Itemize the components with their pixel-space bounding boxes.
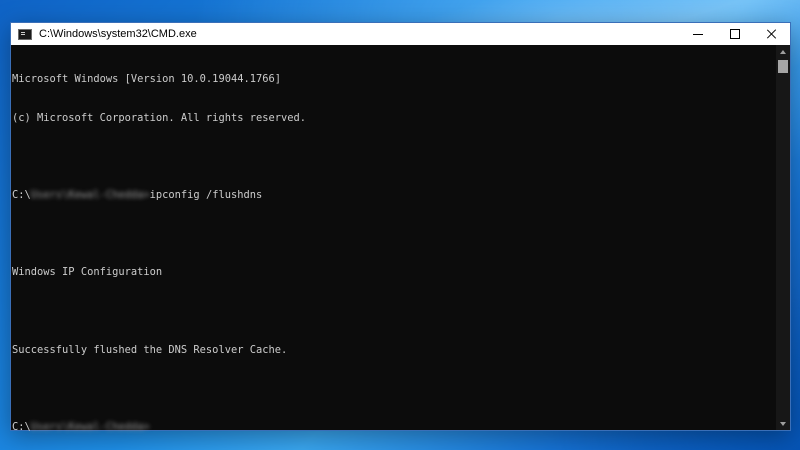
vertical-scrollbar[interactable] <box>776 45 790 430</box>
console-output[interactable]: Microsoft Windows [Version 10.0.19044.17… <box>11 45 776 433</box>
console-line: Microsoft Windows [Version 10.0.19044.17… <box>12 72 281 85</box>
console-line-empty <box>12 305 776 318</box>
console-line: (c) Microsoft Corporation. All rights re… <box>12 111 307 124</box>
title-bar[interactable]: C:\Windows\system32\CMD.exe <box>11 23 790 45</box>
prompt-path-blurred: Users\Kewal-Chedda> <box>30 421 150 434</box>
cmd-window[interactable]: C:\Windows\system32\CMD.exe Microsoft Wi… <box>10 22 791 433</box>
chevron-up-icon <box>780 49 786 54</box>
close-icon <box>767 29 777 39</box>
console-prompt-line[interactable]: C:\Users\Kewal-Chedda> <box>12 421 776 434</box>
window-title: C:\Windows\system32\CMD.exe <box>39 28 197 40</box>
console-command-line: C:\Users\Kewal-Chedda>ipconfig /flushdns <box>12 189 776 202</box>
chevron-down-icon <box>780 421 786 426</box>
cmd-app-icon[interactable] <box>18 28 32 40</box>
maximize-button[interactable] <box>716 23 753 45</box>
maximize-icon <box>729 29 740 39</box>
scroll-thumb[interactable] <box>778 60 788 73</box>
prompt-drive: C:\ <box>12 421 31 434</box>
scroll-up-button[interactable] <box>776 45 790 58</box>
minimize-button[interactable] <box>679 23 716 45</box>
scroll-down-button[interactable] <box>776 417 790 430</box>
prompt-drive: C:\ <box>12 188 31 201</box>
close-button[interactable] <box>753 23 790 45</box>
console-line: Windows IP Configuration <box>12 266 163 279</box>
prompt-path-blurred: Users\Kewal-Chedda> <box>30 188 150 201</box>
console-line-empty <box>12 228 776 241</box>
command-text: ipconfig /flushdns <box>149 188 263 201</box>
console-line-empty <box>12 150 776 163</box>
console-line: Successfully flushed the DNS Resolver Ca… <box>12 343 288 356</box>
minimize-icon <box>692 33 703 35</box>
console-line-empty <box>12 382 776 395</box>
